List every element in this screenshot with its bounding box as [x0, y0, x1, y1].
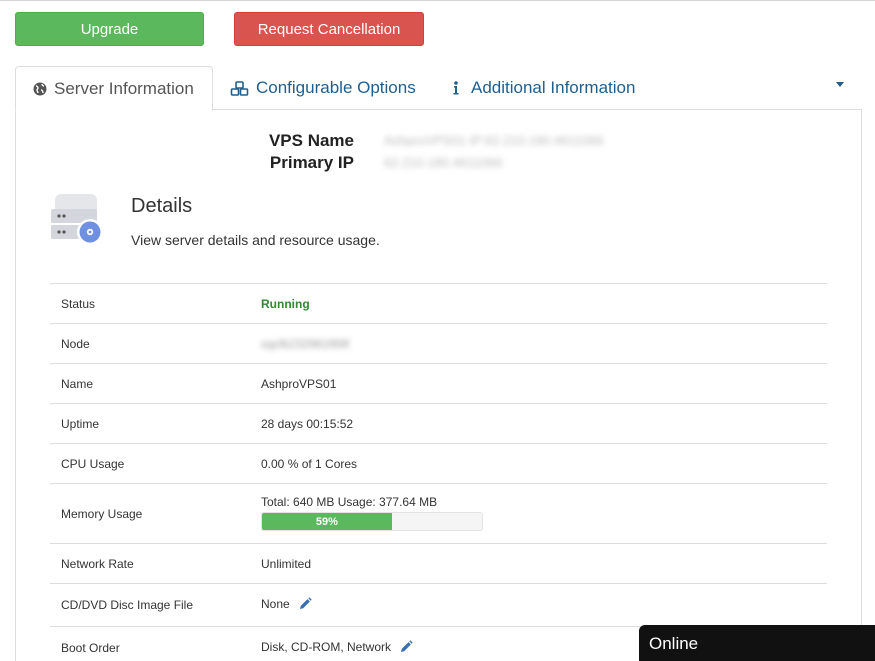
memory-progress-bar: 59% — [261, 512, 483, 531]
memory-usage-value: Total: 640 MB Usage: 377.64 MB — [261, 495, 438, 509]
globe-icon — [33, 82, 47, 96]
cubes-icon — [230, 80, 249, 96]
top-divider — [0, 0, 875, 1]
uptime-value: 28 days 00:15:52 — [261, 417, 354, 431]
tab-additional-information-label: Additional Information — [471, 78, 636, 97]
pencil-icon[interactable] — [298, 597, 312, 611]
boot-order-cell: Disk, CD-ROM, Network — [261, 640, 413, 654]
table-row: Name AshproVPS01 — [50, 364, 827, 404]
memory-usage-cell: Total: 640 MB Usage: 377.64 MB 59% — [261, 495, 483, 531]
boot-order-label: Boot Order — [61, 641, 120, 655]
cpu-usage-value: 0.00 % of 1 Cores — [261, 457, 358, 471]
name-value: AshproVPS01 — [261, 377, 337, 391]
tab-configurable-options[interactable]: Configurable Options — [230, 66, 416, 110]
table-row: Status Running — [50, 284, 827, 324]
request-cancellation-button[interactable]: Request Cancellation — [234, 12, 424, 46]
primary-ip-label: Primary IP — [269, 153, 354, 172]
vps-summary: VPS Name AshproVPS01 IP:62.210.180.46110… — [260, 131, 604, 175]
boot-order-value: Disk, CD-ROM, Network — [261, 640, 392, 654]
chat-online-widget[interactable]: Online — [639, 625, 875, 661]
network-rate-value: Unlimited — [261, 557, 312, 571]
tab-server-information[interactable]: Server Information — [15, 66, 213, 111]
memory-progress-fill: 59% — [262, 513, 392, 530]
uptime-label: Uptime — [61, 417, 100, 431]
table-row: Memory Usage Total: 640 MB Usage: 377.64… — [50, 484, 827, 544]
cpu-usage-label: CPU Usage — [61, 457, 125, 471]
memory-usage-label: Memory Usage — [61, 507, 143, 521]
server-icon — [50, 193, 106, 245]
vps-name-value: AshproVPS01 IP:62.210.180.4611066 — [384, 133, 604, 148]
info-icon — [453, 81, 459, 95]
name-label: Name — [61, 377, 94, 391]
table-row: CD/DVD Disc Image File None — [50, 584, 827, 627]
node-label: Node — [61, 337, 90, 351]
iso-cell: None — [261, 597, 312, 611]
tab-server-information-label: Server Information — [54, 78, 194, 98]
status-label: Status — [61, 297, 96, 311]
details-title: Details — [131, 195, 193, 217]
vps-name-label: VPS Name — [268, 131, 354, 150]
status-badge: Running — [261, 297, 310, 311]
tab-configurable-options-label: Configurable Options — [256, 78, 416, 97]
primary-ip-value: 62.210.180.4611066 — [384, 155, 503, 170]
caret-down-icon[interactable] — [836, 82, 844, 87]
pencil-icon[interactable] — [399, 640, 413, 654]
table-row: Network Rate Unlimited — [50, 544, 827, 584]
table-row: Uptime 28 days 00:15:52 — [50, 404, 827, 444]
details-subtitle: View server details and resource usage. — [131, 232, 380, 248]
upgrade-button[interactable]: Upgrade — [15, 12, 204, 46]
iso-label: CD/DVD Disc Image File — [61, 598, 194, 612]
tab-bar: Server Information Configurable Options … — [15, 66, 862, 111]
network-rate-label: Network Rate — [61, 557, 134, 571]
server-details-table: Status Running Node sqcfk232961f69f Name… — [50, 283, 827, 661]
table-row: Node sqcfk232961f69f — [50, 324, 827, 364]
node-value: sqcfk232961f69f — [261, 337, 350, 351]
tab-additional-information[interactable]: Additional Information — [453, 66, 635, 110]
iso-value: None — [261, 597, 290, 611]
table-row: CPU Usage 0.00 % of 1 Cores — [50, 444, 827, 484]
